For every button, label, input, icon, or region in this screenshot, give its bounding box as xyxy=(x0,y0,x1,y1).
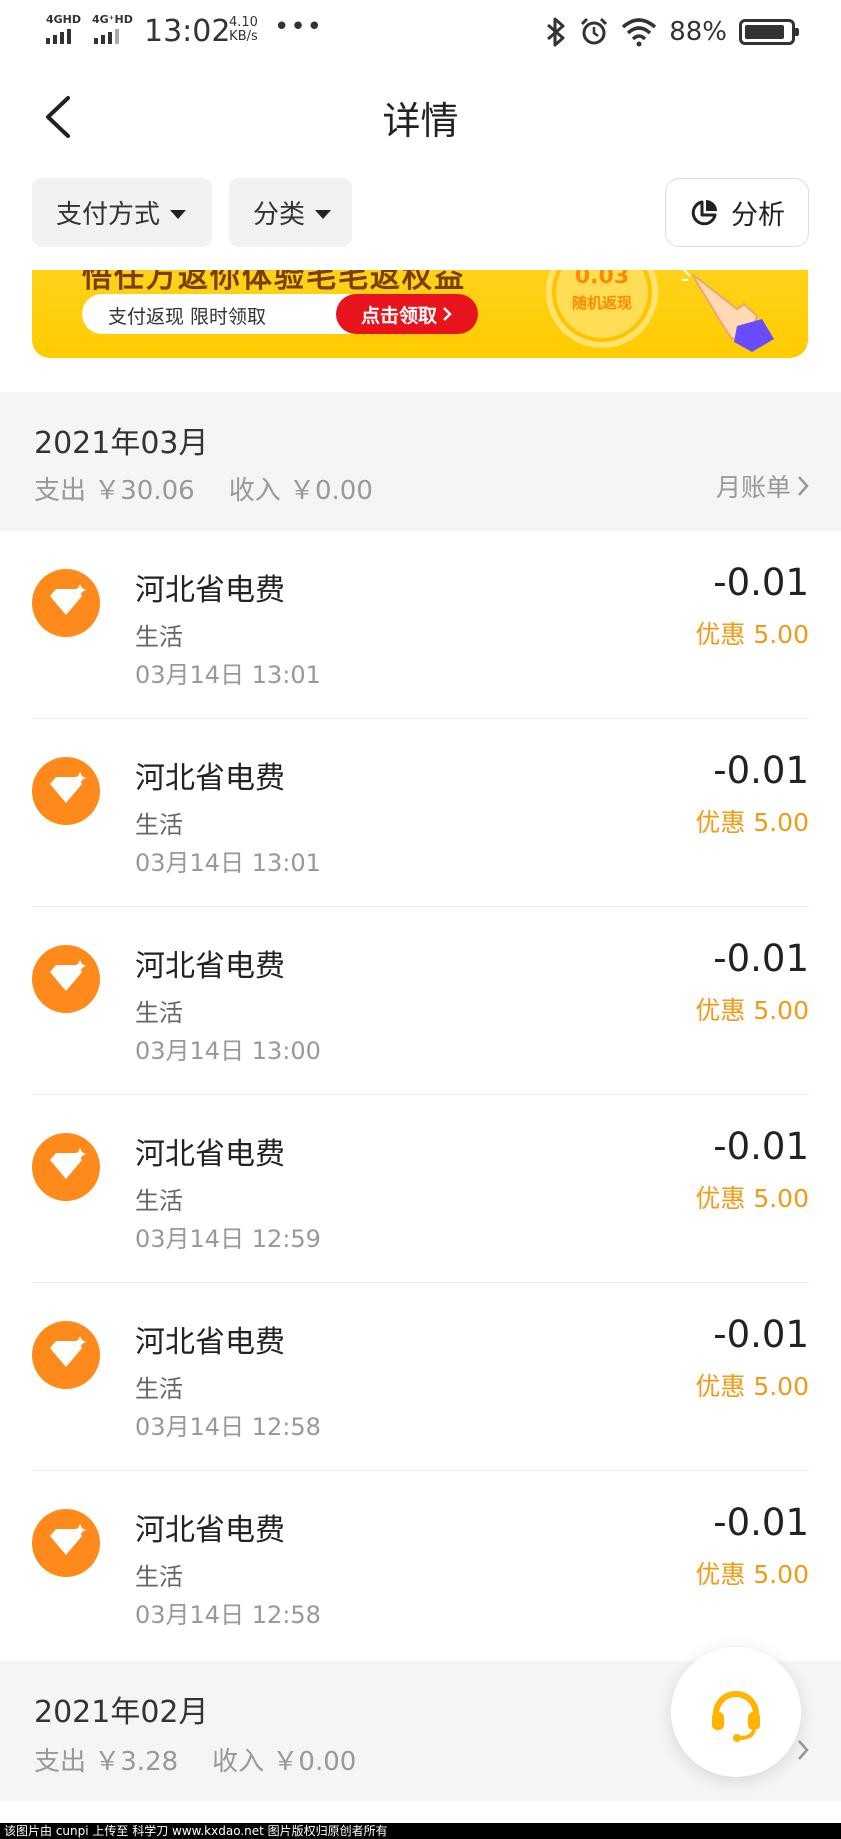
transaction-amount: -0.01 xyxy=(713,1313,809,1356)
category-label: 分类 xyxy=(253,200,306,230)
transaction-name: 河北省电费 xyxy=(135,1137,285,1172)
caret-down-icon xyxy=(315,209,332,219)
month-summary: 支出 ￥30.06 收入 ￥0.00 xyxy=(34,470,373,507)
transaction-time: 03月14日 12:58 xyxy=(135,1601,321,1629)
payment-method-label: 支付方式 xyxy=(56,200,161,230)
transaction-time: 03月14日 13:01 xyxy=(135,661,321,689)
transaction-time: 03月14日 13:01 xyxy=(135,849,321,877)
customer-service-button[interactable] xyxy=(671,1647,801,1777)
transaction-name: 河北省电费 xyxy=(135,949,285,984)
diamond-icon xyxy=(32,569,100,637)
bluetooth-icon xyxy=(547,17,565,47)
transaction-item[interactable]: 河北省电费 生活 03月14日 13:01 -0.01 优惠 5.00 xyxy=(0,719,841,907)
cashback-coin: 0.03 随机返现 xyxy=(552,270,652,342)
month-title: 2021年02月 xyxy=(34,1695,209,1730)
transaction-discount: 优惠 5.00 xyxy=(695,1372,809,1401)
transaction-time: 03月14日 12:58 xyxy=(135,1413,321,1441)
banner-pill-text: 支付返现 限时领取 xyxy=(108,306,267,328)
transaction-discount: 优惠 5.00 xyxy=(695,620,809,649)
headset-icon xyxy=(712,1691,760,1742)
claim-button-label: 点击领取 xyxy=(360,304,437,327)
battery-icon xyxy=(739,19,799,45)
transaction-discount: 优惠 5.00 xyxy=(695,996,809,1025)
analysis-label: 分析 xyxy=(731,200,785,231)
transaction-item[interactable]: 河北省电费 生活 03月14日 12:59 -0.01 优惠 5.00 xyxy=(0,1095,841,1283)
transaction-category: 生活 xyxy=(135,623,183,651)
transaction-amount: -0.01 xyxy=(713,561,809,604)
transaction-amount: -0.01 xyxy=(713,1501,809,1544)
diamond-icon xyxy=(32,1133,100,1201)
diamond-icon xyxy=(32,945,100,1013)
caret-down-icon xyxy=(170,209,187,219)
transaction-item[interactable]: 河北省电费 生活 03月14日 12:58 -0.01 优惠 5.00 xyxy=(0,1283,841,1471)
speed-value: 4.10 xyxy=(229,15,258,30)
month-header: 2021年03月 支出 ￥30.06 收入 ￥0.00 月账单 xyxy=(0,392,841,531)
month-income: 收入 ￥0.00 xyxy=(212,1747,357,1777)
signal-2-icon xyxy=(94,28,119,44)
transaction-time: 03月14日 12:59 xyxy=(135,1225,321,1253)
promo-banner[interactable]: 悟任万返你体验毛毛返权益 支付返现 限时领取 点击领取 0.03 随机返现 xyxy=(32,270,808,358)
transaction-category: 生活 xyxy=(135,1375,183,1403)
diamond-icon xyxy=(32,1321,100,1389)
diamond-icon xyxy=(32,1509,100,1577)
transaction-discount: 优惠 5.00 xyxy=(695,1184,809,1213)
diamond-icon xyxy=(32,757,100,825)
transaction-category: 生活 xyxy=(135,999,183,1027)
chevron-right-icon xyxy=(798,476,809,496)
claim-button[interactable]: 点击领取 xyxy=(336,294,478,334)
clock: 13:02 xyxy=(144,14,231,49)
pie-chart-icon xyxy=(691,199,717,225)
coin-label: 随机返现 xyxy=(571,294,632,312)
banner-pill: 支付返现 限时领取 点击领取 xyxy=(82,294,478,334)
page-title: 详情 xyxy=(382,99,459,143)
battery-percent: 88% xyxy=(669,17,727,47)
transaction-name: 河北省电费 xyxy=(135,1325,285,1360)
transaction-name: 河北省电费 xyxy=(135,573,285,608)
transaction-amount: -0.01 xyxy=(713,937,809,980)
month-title: 2021年03月 xyxy=(34,426,209,461)
pointing-hand-icon xyxy=(682,270,774,352)
transaction-name: 河北省电费 xyxy=(135,761,285,796)
network-2-label: 4G⁺HD xyxy=(92,13,133,26)
speed-unit: KB/s xyxy=(229,29,258,44)
transaction-category: 生活 xyxy=(135,1563,183,1591)
wifi-icon xyxy=(622,18,657,47)
banner-headline: 悟任万返你体验毛毛返权益 xyxy=(82,270,466,295)
transaction-amount: -0.01 xyxy=(713,1125,809,1168)
transaction-item[interactable]: 河北省电费 生活 03月14日 12:58 -0.01 优惠 5.00 xyxy=(0,1471,841,1659)
more-notifications-icon: ••• xyxy=(274,12,324,42)
coin-amount: 0.03 xyxy=(574,270,630,289)
monthly-bill-label: 月账单 xyxy=(715,473,791,502)
transaction-amount: -0.01 xyxy=(713,749,809,792)
transaction-time: 03月14日 13:00 xyxy=(135,1037,321,1065)
chevron-right-icon xyxy=(798,1740,809,1760)
month-expense: 支出 ￥30.06 xyxy=(34,476,195,506)
transaction-name: 河北省电费 xyxy=(135,1513,285,1548)
transaction-discount: 优惠 5.00 xyxy=(695,808,809,837)
nav-bar: 详情 xyxy=(0,66,841,166)
status-right-group: 88% xyxy=(545,14,799,50)
network-1-label: 4GHD xyxy=(46,13,82,26)
monthly-bill-link[interactable]: 月账单 xyxy=(716,468,809,504)
watermark-footer: 该图片由 cunpi 上传至 科学刀 www.kxdao.net 图片版权归原创… xyxy=(0,1823,841,1839)
month-expense: 支出 ￥3.28 xyxy=(34,1747,179,1777)
monthly-bill-link[interactable] xyxy=(797,1739,809,1761)
transaction-category: 生活 xyxy=(135,1187,183,1215)
transaction-category: 生活 xyxy=(135,811,183,839)
transaction-item[interactable]: 河北省电费 生活 03月14日 13:01 -0.01 优惠 5.00 xyxy=(0,531,841,719)
category-filter[interactable]: 分类 xyxy=(229,178,352,247)
network-speed: 4.10 KB/s xyxy=(229,16,258,44)
transaction-discount: 优惠 5.00 xyxy=(695,1560,809,1589)
transaction-item[interactable]: 河北省电费 生活 03月14日 13:00 -0.01 优惠 5.00 xyxy=(0,907,841,1095)
month-summary: 支出 ￥3.28 收入 ￥0.00 xyxy=(34,1741,356,1778)
signal-1-icon xyxy=(46,28,71,44)
month-income: 收入 ￥0.00 xyxy=(228,476,373,506)
chevron-right-icon xyxy=(443,307,452,321)
alarm-icon xyxy=(581,17,608,45)
analysis-button[interactable]: 分析 xyxy=(665,178,809,247)
status-bar: 4GHD 4G⁺HD 13:02 4.10 KB/s ••• 88% xyxy=(0,0,841,66)
payment-method-filter[interactable]: 支付方式 xyxy=(32,178,212,247)
